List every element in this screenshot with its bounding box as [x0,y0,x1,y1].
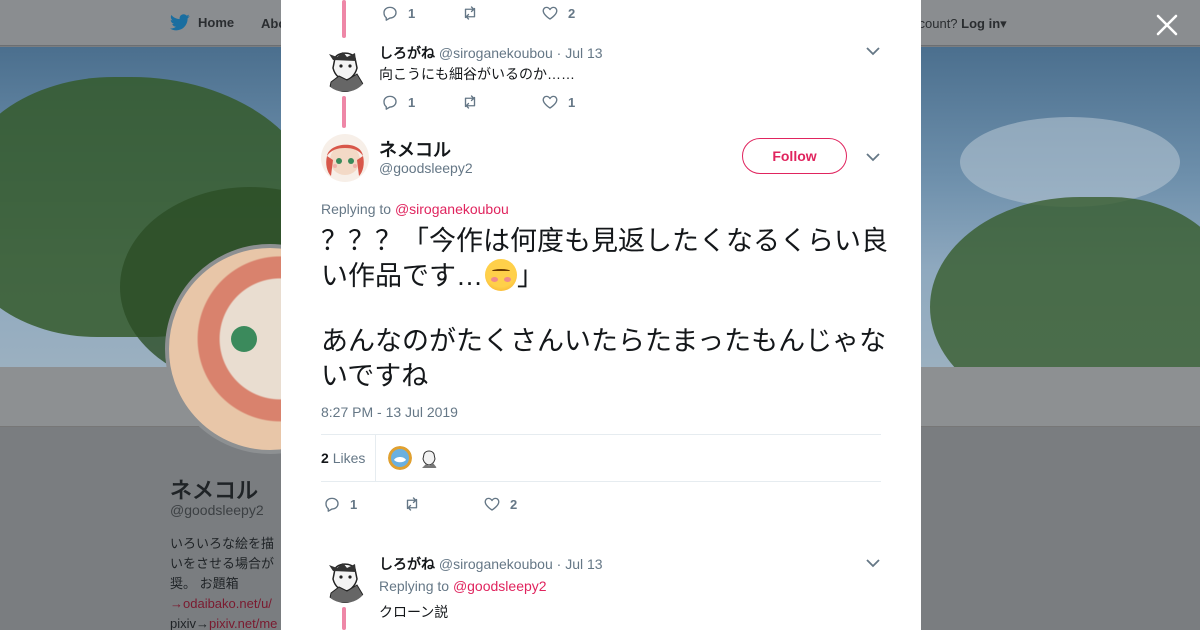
replying-to: Replying to @goodsleepy2 [379,578,547,594]
like-button[interactable]: 1 [541,93,575,111]
chevron-down-icon[interactable] [865,43,881,59]
tweet-text-part: あんなのがたくさんいたらたまったもんじゃないですね [321,326,887,391]
retweet-button[interactable] [461,4,541,22]
focus-tweet-text: ？？？「今作は何度も見返したくなるくらい良い作品です…」 あんなのがたくさんいた… [321,224,891,408]
retweet-icon [406,497,418,511]
profile-handle: @goodsleepy2 [170,502,264,518]
replying-to: Replying to @siroganekoubou [321,201,509,217]
reply-icon [383,95,397,110]
close-icon[interactable] [1154,12,1180,38]
tweet-date[interactable]: · Jul 13 [557,556,603,572]
bio-line: いろいろな絵を描 [170,536,275,551]
tweet-text: クローン説 [379,604,449,620]
bio-pixiv-label: pixiv→ [170,616,210,630]
thread-connector [342,607,346,630]
replying-prefix: Replying to [379,578,450,594]
twitter-bird-icon [170,14,190,31]
replying-to-link[interactable]: @siroganekoubou [395,201,509,217]
tweet-actions: 1 2 [381,4,575,22]
liker-avatar[interactable] [417,446,441,470]
tweet-header: しろがね @siroganekoubou · Jul 13 [379,43,603,63]
stats-divider [375,435,376,481]
focus-user-handle[interactable]: @goodsleepy2 [379,160,473,176]
liker-avatar[interactable] [388,446,412,470]
tweet-stats: 2 Likes [321,434,881,482]
caret-down-icon: ▾ [1000,16,1007,31]
like-count: 2 [510,496,518,512]
reply-icon [383,6,397,21]
reply-button[interactable]: 1 [381,4,461,22]
tweet-date[interactable]: · Jul 13 [557,45,603,61]
thread-connector [342,96,346,128]
user-handle[interactable]: @siroganekoubou [439,556,553,572]
heart-icon [542,6,558,20]
like-button[interactable]: 2 [483,495,517,513]
bio-odaibako-link[interactable]: →odaibako.net/u/ [170,596,272,611]
user-name[interactable]: しろがね [379,556,435,572]
bio-line: 奨。 お題箱 [170,576,239,591]
heart-icon [484,497,500,511]
home-nav-label: Home [198,15,235,30]
replying-to-link[interactable]: @goodsleepy2 [453,578,547,594]
manga-avatar-icon [321,44,369,92]
bio-pixiv-link[interactable]: pixiv.net/me [209,616,277,630]
liker-avatar-icon [388,446,412,470]
likes-label: Likes [332,450,366,466]
reply-count: 1 [408,5,416,21]
account-login[interactable]: ccount? Log in▾ [912,16,1007,32]
follow-button[interactable]: Follow [742,138,847,174]
chevron-down-icon[interactable] [865,149,881,165]
reply-count: 1 [408,94,416,110]
tweet-timestamp[interactable]: 8:27 PM - 13 Jul 2019 [321,404,458,420]
home-nav-link[interactable]: Home [170,14,234,31]
likes-count: 2 [321,450,329,466]
profile-bio: いろいろな絵を描 いをさせる場合が 奨。 お題箱 →odaibako.net/u… [170,534,290,630]
user-name[interactable]: しろがね [379,45,435,61]
like-button[interactable]: 2 [541,4,575,22]
anime-avatar-icon [321,134,369,182]
manga-avatar-icon [321,555,369,603]
chevron-down-icon[interactable] [865,555,881,571]
retweet-icon [464,6,476,20]
like-count: 2 [568,5,576,21]
tweet-text: 向こうにも細谷がいるのか…… [379,66,575,82]
retweet-icon [464,95,476,109]
tweet-text-part: ？？？「今作は何度も見返したくなるくらい良い作品です… [321,226,888,291]
retweet-button[interactable] [461,93,541,111]
user-handle[interactable]: @siroganekoubou [439,45,553,61]
reply-count: 1 [350,496,358,512]
smiling-face-emoji-icon [485,259,517,291]
liker-avatar-icon [417,446,441,470]
user-avatar[interactable] [321,44,369,92]
user-avatar[interactable] [321,555,369,603]
focus-user-avatar[interactable] [321,134,369,182]
bio-line: いをさせる場合が [170,556,275,571]
reply-icon [325,497,339,512]
focus-user-name[interactable]: ネメコル [379,136,451,162]
login-link[interactable]: Log in [961,16,1000,31]
heart-icon [542,95,558,109]
tweet-actions: 1 2 [323,495,517,513]
thread-connector [342,0,346,38]
tweet-text-part: 」 [517,261,544,291]
tweet-header: しろがね @siroganekoubou · Jul 13 [379,554,603,574]
reply-button[interactable]: 1 [323,495,403,513]
likes-stat[interactable]: 2 Likes [321,450,365,466]
like-count: 1 [568,94,576,110]
reply-button[interactable]: 1 [381,93,461,111]
tweet-actions: 1 1 [381,93,575,111]
replying-prefix: Replying to [321,201,392,217]
retweet-button[interactable] [403,495,483,513]
profile-name: ネメコル [170,478,259,503]
